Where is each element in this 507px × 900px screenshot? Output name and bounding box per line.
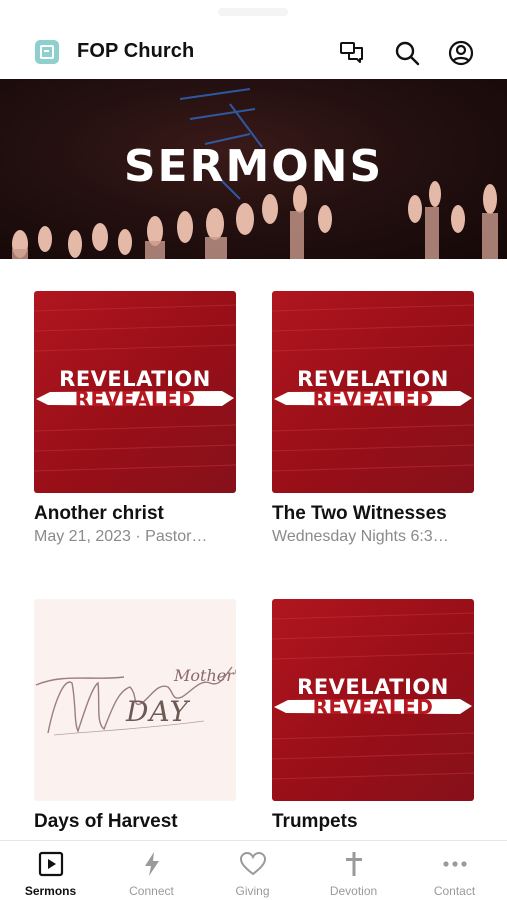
tab-label: Contact — [433, 884, 476, 898]
sermon-artwork: REVELATION REVEALED — [272, 599, 474, 801]
banner-title: SERMONS — [123, 141, 384, 192]
artwork-title: DAY — [126, 695, 190, 728]
tab-sermons[interactable]: Sermons — [0, 841, 101, 900]
tab-giving[interactable]: Giving — [202, 841, 303, 900]
sermon-title: Trumpets — [272, 811, 358, 832]
cross-icon — [346, 852, 362, 876]
status-indicator — [218, 8, 288, 16]
more-icon — [443, 861, 467, 867]
sermon-subtitle: May 21, 2023 · Pastor… — [34, 528, 208, 545]
chat-icon[interactable] — [337, 38, 367, 68]
app-title: FOP Church — [77, 40, 195, 62]
tab-label: Connect — [129, 884, 174, 898]
sermons-banner: SERMONS — [0, 79, 507, 259]
sermon-subtitle: Wednesday Nights 6:3… — [272, 528, 449, 545]
svg-text:Mother's: Mother's — [173, 666, 236, 685]
tab-label: Sermons — [24, 884, 77, 898]
bottom-tab-bar: Sermons Connect Giving Devotion Contact — [0, 840, 507, 900]
sermon-card[interactable]: REVELATION REVEALED Trumpets — [272, 599, 474, 833]
tab-connect[interactable]: Connect — [101, 841, 202, 900]
sermon-title: Another christ — [34, 503, 164, 524]
artwork-subtitle: REVEALED — [312, 387, 434, 411]
tab-label: Devotion — [329, 884, 378, 898]
tab-devotion[interactable]: Devotion — [303, 841, 404, 900]
sermon-card[interactable]: Mother's DAY Days of Harvest — [34, 599, 236, 833]
sermon-artwork: REVELATION REVEALED — [272, 291, 474, 493]
account-icon[interactable] — [446, 38, 476, 68]
sermon-artwork: Mother's DAY — [34, 599, 236, 801]
sermon-card[interactable]: REVELATION REVEALED The Two Witnesses We… — [272, 291, 474, 546]
sermon-card[interactable]: REVELATION REVEALED Another christ May 2… — [34, 291, 236, 546]
app-header: FOP Church — [0, 26, 507, 79]
tab-label: Giving — [235, 884, 270, 898]
heart-icon — [239, 851, 267, 876]
sermon-title: Days of Harvest — [34, 811, 178, 832]
tab-contact[interactable]: Contact — [404, 841, 505, 900]
sermon-title: The Two Witnesses — [272, 503, 447, 524]
sermon-artwork: REVELATION REVEALED — [34, 291, 236, 493]
artwork-subtitle: REVEALED — [74, 387, 196, 411]
status-bar — [0, 0, 507, 26]
search-icon[interactable] — [392, 38, 422, 68]
play-icon — [38, 851, 64, 877]
logo-icon — [35, 40, 59, 64]
lightning-icon — [145, 852, 159, 876]
artwork-subtitle: REVEALED — [312, 695, 434, 719]
